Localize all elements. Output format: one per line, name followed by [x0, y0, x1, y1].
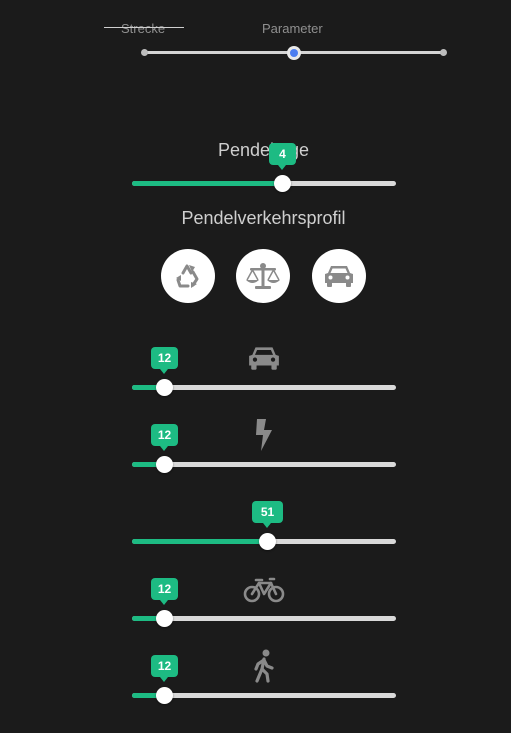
recycle-icon [176, 264, 199, 288]
mode-slider-walking[interactable]: 12 [132, 655, 396, 704]
mode-electric [250, 418, 278, 452]
slider-value-bubble: 12 [151, 424, 178, 451]
slider-value-bubble: 12 [151, 347, 178, 374]
lightning-icon [256, 419, 272, 451]
balance-scale-icon [246, 263, 280, 289]
mode-car [246, 344, 282, 372]
car-icon [249, 347, 279, 370]
mode-slider-bicycle[interactable]: 12 [132, 578, 396, 627]
slider-value-bubble: 4 [269, 143, 296, 170]
mode-slider-car[interactable]: 12 [132, 347, 396, 396]
mode-slider-third[interactable]: 51 [132, 501, 396, 550]
step-dot-end[interactable] [440, 49, 447, 56]
profile-option-recycle[interactable] [161, 249, 215, 303]
slider-value-bubble: 51 [252, 501, 283, 528]
bicycle-icon [243, 577, 285, 603]
step-dot-parameter-current[interactable] [287, 46, 301, 60]
step-parameter-label[interactable]: Parameter [262, 21, 323, 36]
slider-value-bubble: 12 [151, 578, 178, 605]
profile-option-balance[interactable] [236, 249, 290, 303]
profile-option-car[interactable] [312, 249, 366, 303]
slider-thumb[interactable] [156, 687, 173, 704]
pendeltage-slider[interactable]: 4 [132, 143, 396, 192]
mode-slider-electric[interactable]: 12 [132, 424, 396, 473]
slider-thumb[interactable] [274, 175, 291, 192]
profile-title: Pendelverkehrsprofil [181, 208, 346, 228]
pendeltage-title: Pendeltage [217, 140, 310, 160]
step-dot-strecke[interactable] [141, 49, 148, 56]
slider-fill [132, 181, 282, 186]
slider-thumb[interactable] [156, 379, 173, 396]
step-strecke-label[interactable]: Strecke [121, 21, 165, 36]
slider-thumb[interactable] [156, 610, 173, 627]
mode-walking [252, 649, 276, 683]
step-strecke-strikethrough [104, 27, 184, 28]
slider-thumb[interactable] [259, 533, 276, 550]
slider-fill [132, 539, 267, 544]
slider-value-bubble: 12 [151, 655, 178, 682]
slider-thumb[interactable] [156, 456, 173, 473]
walking-person-icon [254, 649, 274, 683]
car-icon [325, 266, 353, 287]
mode-bicycle [243, 576, 285, 604]
